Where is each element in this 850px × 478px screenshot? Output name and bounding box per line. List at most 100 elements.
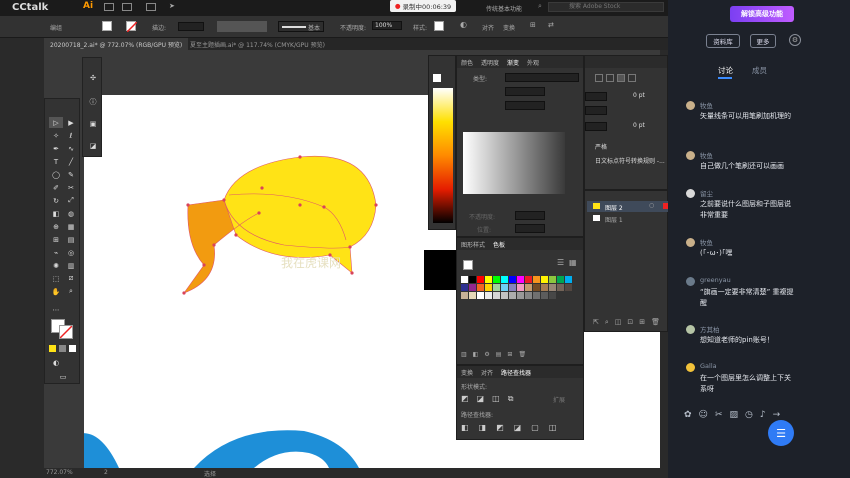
recolor-icon[interactable]: ◐ (460, 20, 467, 29)
color-swatch[interactable] (509, 276, 516, 283)
line-tool-icon[interactable]: ╱ (64, 156, 78, 167)
stroke-weight-field[interactable] (178, 22, 204, 31)
symbol-sprayer-icon[interactable]: ✺ (49, 260, 63, 271)
chat-bubble-button[interactable]: ☰ (768, 420, 794, 446)
gradient-slider[interactable] (463, 132, 565, 194)
color-swatch[interactable] (509, 292, 516, 299)
isolate-icon[interactable]: ⊞ (530, 21, 536, 29)
tab-members[interactable]: 成员 (752, 65, 767, 76)
tab-align[interactable]: 对齐 (481, 368, 493, 377)
variable-width-profile[interactable] (217, 21, 267, 32)
color-swatch[interactable] (477, 284, 484, 291)
color-swatch[interactable] (541, 284, 548, 291)
bell-icon[interactable]: ♪ (760, 410, 766, 420)
stock-icon[interactable] (122, 3, 132, 11)
align-center-icon[interactable] (606, 74, 614, 82)
color-swatch[interactable] (541, 276, 548, 283)
selection-tool-icon[interactable]: ▷ (49, 117, 63, 128)
stroke-swatch[interactable] (126, 21, 137, 32)
rotate-tool-icon[interactable]: ↻ (49, 195, 63, 206)
tab-swatches[interactable]: 色板 (493, 240, 505, 249)
tab-pathfinder[interactable]: 路径查找器 (501, 368, 531, 377)
color-swatch[interactable] (549, 276, 556, 283)
transparency-icon[interactable]: ◪ (86, 140, 100, 151)
opacity-field[interactable]: 100% (372, 21, 402, 30)
target-icon[interactable]: ○ (649, 202, 654, 209)
space-before-field[interactable]: 0 pt (633, 92, 645, 99)
color-fill-preview[interactable] (433, 74, 441, 82)
merge-icon[interactable]: ◩ (496, 423, 504, 432)
gradient-type-select[interactable] (505, 73, 579, 82)
minus-back-icon[interactable]: ◫ (549, 423, 557, 432)
screen-mode-icon[interactable]: ▭ (56, 371, 70, 382)
type-tool-icon[interactable]: T (49, 156, 63, 167)
gradient-opacity-field[interactable] (515, 211, 545, 220)
color-swatch[interactable] (565, 284, 572, 291)
new-layer-icon[interactable]: ⊞ (639, 318, 645, 327)
tab-gradient[interactable]: 渐变 (507, 58, 519, 67)
scissors-icon[interactable]: ✂ (715, 410, 723, 420)
align-right-icon[interactable] (617, 74, 625, 82)
color-swatch[interactable] (485, 292, 492, 299)
stock-search-input[interactable]: 搜索 Adobe Stock (548, 2, 664, 12)
grid-view-icon[interactable]: ▦ (569, 258, 577, 267)
color-swatch[interactable] (469, 276, 476, 283)
color-swatch[interactable] (469, 292, 476, 299)
swatch-fill-indicator[interactable] (463, 260, 473, 270)
color-swatch[interactable] (541, 292, 548, 299)
color-swatch[interactable] (469, 284, 476, 291)
tab-document-2[interactable]: 夏至主题插画.ai* @ 117.74% (CMYK/GPU 预览) (184, 38, 331, 50)
delete-swatch-icon[interactable]: 🗑 (518, 351, 526, 358)
transform-link[interactable]: 变换 (503, 23, 515, 32)
color-swatch[interactable] (557, 284, 564, 291)
color-swatch[interactable] (493, 284, 500, 291)
hand-tool-icon[interactable]: ✋ (49, 286, 63, 297)
color-swatch[interactable] (493, 292, 500, 299)
info-icon[interactable]: ⓘ (86, 96, 100, 107)
tab-discussion[interactable]: 讨论 (718, 65, 733, 76)
arrange-icon[interactable] (146, 3, 156, 11)
intersect-icon[interactable]: ◫ (492, 394, 500, 404)
brush-definition[interactable]: 基本 (278, 21, 324, 32)
show-kinds-icon[interactable]: ◧ (473, 351, 479, 358)
color-spectrum[interactable] (433, 88, 453, 223)
trim-icon[interactable]: ◨ (479, 423, 487, 432)
divide-icon[interactable]: ◧ (461, 423, 469, 432)
gradient-position-field[interactable] (515, 224, 545, 233)
unite-icon[interactable]: ◩ (461, 394, 469, 404)
color-swatch[interactable] (461, 276, 468, 283)
color-swatch[interactable] (549, 284, 556, 291)
lasso-tool-icon[interactable]: ℓ (64, 130, 78, 141)
zoom-level[interactable]: 772.07% (46, 469, 73, 476)
tab-graphic-styles[interactable]: 图形样式 (461, 240, 485, 249)
curvature-tool-icon[interactable]: ∿ (64, 143, 78, 154)
swatch-options-icon[interactable]: ⚙ (484, 351, 489, 358)
color-swatch[interactable] (461, 284, 468, 291)
minus-front-icon[interactable]: ◪ (477, 394, 485, 404)
color-swatch[interactable] (517, 292, 524, 299)
tab-transform[interactable]: 变换 (461, 368, 473, 377)
blend-tool-icon[interactable]: ◎ (64, 247, 78, 258)
list-view-icon[interactable]: ☰ (557, 258, 564, 267)
gradient-mode-icon[interactable] (59, 345, 66, 352)
magic-wand-icon[interactable]: ✧ (49, 130, 63, 141)
outline-icon[interactable]: ▢ (531, 423, 539, 432)
graph-tool-icon[interactable]: ▥ (64, 260, 78, 271)
new-color-group-icon[interactable]: ▤ (496, 351, 502, 358)
expand-button[interactable]: 扩展 (553, 395, 565, 404)
align-left-icon[interactable] (595, 74, 603, 82)
layer-name[interactable]: 图层 1 (605, 215, 623, 224)
exclude-icon[interactable]: ⧉ (508, 394, 514, 404)
ellipse-tool-icon[interactable]: ◯ (49, 169, 63, 180)
clipping-mask-icon[interactable]: ◫ (615, 318, 622, 327)
unlock-features-banner[interactable]: 解锁高级功能 (730, 6, 794, 22)
mesh-tool-icon[interactable]: ⊞ (49, 234, 63, 245)
color-swatch[interactable] (525, 284, 532, 291)
color-swatch[interactable] (557, 276, 564, 283)
paragraph-align-buttons[interactable] (595, 74, 655, 84)
none-mode-icon[interactable] (69, 345, 76, 352)
color-swatch[interactable] (493, 276, 500, 283)
color-swatch[interactable] (517, 276, 524, 283)
perspective-grid-icon[interactable]: ▦ (64, 221, 78, 232)
color-swatch[interactable] (477, 292, 484, 299)
